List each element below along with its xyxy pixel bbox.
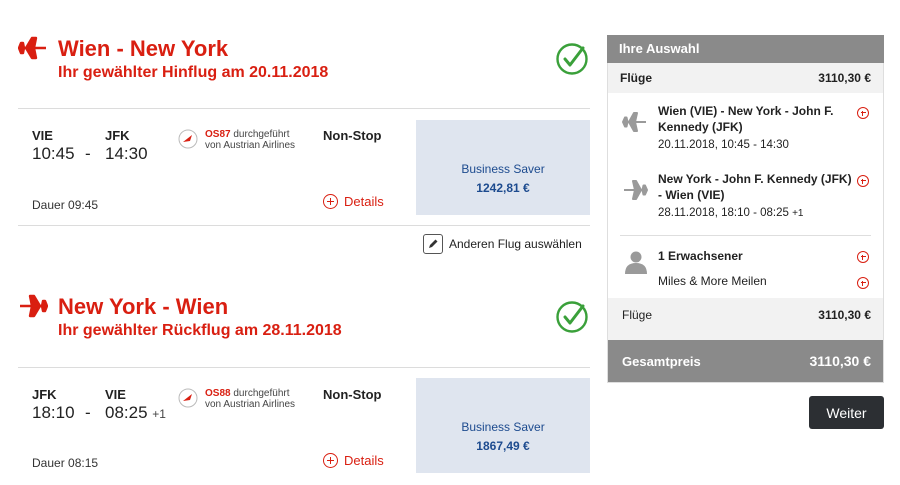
duration: Dauer 09:45	[32, 198, 99, 212]
flight-number-code: OS87	[205, 129, 231, 140]
operator-label: von Austrian Airlines	[205, 140, 296, 151]
arrival-code: VIE	[105, 387, 126, 402]
segment-datetime: 20.11.2018, 10:45 - 14:30	[658, 139, 789, 151]
details-link[interactable]: Details	[323, 194, 384, 209]
divider	[620, 235, 871, 236]
arrival-time-value: 08:25	[105, 403, 148, 422]
departure-code: VIE	[32, 128, 53, 143]
details-label: Details	[344, 453, 384, 468]
arrival-time: 08:25 +1	[105, 403, 166, 423]
plus-circle-icon	[323, 453, 338, 468]
subtotal-value: 3110,30 €	[818, 308, 871, 322]
segment-route: New York - John F. Kennedy (JFK) - Wien …	[658, 172, 852, 202]
duration: Dauer 08:15	[32, 456, 99, 470]
plane-icon	[20, 294, 48, 318]
total-value: 3110,30 €	[809, 353, 871, 369]
flights-row: Flüge 3110,30 €	[608, 63, 883, 93]
plus-circle-icon[interactable]	[857, 251, 869, 263]
passenger-count: 1 Erwachsener	[658, 249, 743, 263]
departure-time: 18:10	[32, 403, 75, 422]
change-flight-button[interactable]: Anderen Flug auswählen	[423, 234, 582, 254]
stops-label: Non-Stop	[323, 387, 382, 402]
arrival-code: JFK	[105, 128, 130, 143]
segment-outbound: Wien (VIE) - New York - John F. Kennedy …	[608, 103, 883, 161]
operator-label: von Austrian Airlines	[205, 399, 296, 410]
divider	[18, 225, 590, 226]
operated-label: durchgeführt	[233, 388, 290, 399]
next-day-indicator: +1	[152, 407, 166, 421]
plus-circle-icon[interactable]	[857, 107, 869, 119]
change-flight-label: Anderen Flug auswählen	[449, 237, 582, 251]
segment-datetime: 28.11.2018, 18:10 - 08:25 +1	[658, 207, 855, 219]
plane-icon	[622, 112, 646, 132]
outbound-title: Wien - New York	[58, 36, 229, 61]
fare-price: 1867,49 €	[476, 439, 530, 453]
check-circle-icon	[556, 301, 588, 333]
plus-circle-icon[interactable]	[857, 277, 869, 289]
subtotal-row: Flüge 3110,30 €	[608, 298, 883, 340]
flight-number: OS87 durchgeführt von Austrian Airlines	[205, 129, 295, 151]
details-label: Details	[344, 194, 384, 209]
departure-code: JFK	[32, 387, 57, 402]
plus-circle-icon[interactable]	[857, 175, 869, 187]
plane-icon	[18, 36, 46, 60]
operated-label: durchgeführt	[233, 129, 290, 140]
person-icon	[625, 251, 647, 274]
flights-value: 3110,30 €	[818, 71, 871, 85]
fare-name: Business Saver	[461, 420, 545, 434]
segment-route: Wien (VIE) - New York - John F. Kennedy …	[658, 104, 834, 134]
details-link[interactable]: Details	[323, 453, 384, 468]
plus-circle-icon	[323, 194, 338, 209]
segment-datetime-value: 28.11.2018, 18:10 - 08:25	[658, 207, 789, 219]
return-subtitle: Ihr gewählter Rückflug am 28.11.2018	[58, 322, 342, 339]
plane-icon	[624, 180, 648, 200]
divider	[18, 108, 590, 109]
selection-summary: Ihre Auswahl Flüge 3110,30 € Wien (VIE) …	[607, 35, 884, 383]
fare-price: 1242,81 €	[476, 181, 530, 195]
fare-option[interactable]: Business Saver 1867,49 €	[416, 378, 590, 473]
next-day-indicator: +1	[792, 208, 804, 219]
austrian-airlines-logo	[178, 388, 198, 408]
time-separator: -	[85, 403, 91, 422]
total-label: Gesamtpreis	[622, 353, 701, 369]
pencil-icon	[423, 234, 443, 254]
miles-label: Miles & More Meilen	[658, 274, 767, 288]
continue-button[interactable]: Weiter	[809, 396, 884, 429]
stops-label: Non-Stop	[323, 128, 382, 143]
arrival-time: 14:30	[105, 144, 148, 163]
time-separator: -	[85, 144, 91, 163]
summary-header: Ihre Auswahl	[607, 35, 884, 63]
flight-number-code: OS88	[205, 388, 231, 399]
subtotal-label: Flüge	[622, 308, 653, 322]
fare-name: Business Saver	[461, 162, 545, 176]
flight-selection: Wien - New York Ihr gewählter Hinflug am…	[0, 0, 600, 485]
divider	[18, 367, 590, 368]
flight-number: OS88 durchgeführt von Austrian Airlines	[205, 388, 295, 410]
outbound-subtitle: Ihr gewählter Hinflug am 20.11.2018	[58, 64, 329, 81]
passenger-row: 1 Erwachsener Miles & More Meilen	[608, 248, 883, 298]
total-row: Gesamtpreis 3110,30 €	[608, 340, 883, 382]
departure-time: 10:45	[32, 144, 75, 163]
summary-box: Flüge 3110,30 € Wien (VIE) - New York - …	[607, 63, 884, 383]
flights-label: Flüge	[620, 71, 652, 85]
check-circle-icon	[556, 43, 588, 75]
austrian-airlines-logo	[178, 129, 198, 149]
fare-option[interactable]: Business Saver 1242,81 €	[416, 120, 590, 215]
segment-return: New York - John F. Kennedy (JFK) - Wien …	[608, 171, 883, 235]
return-title: New York - Wien	[58, 294, 229, 319]
